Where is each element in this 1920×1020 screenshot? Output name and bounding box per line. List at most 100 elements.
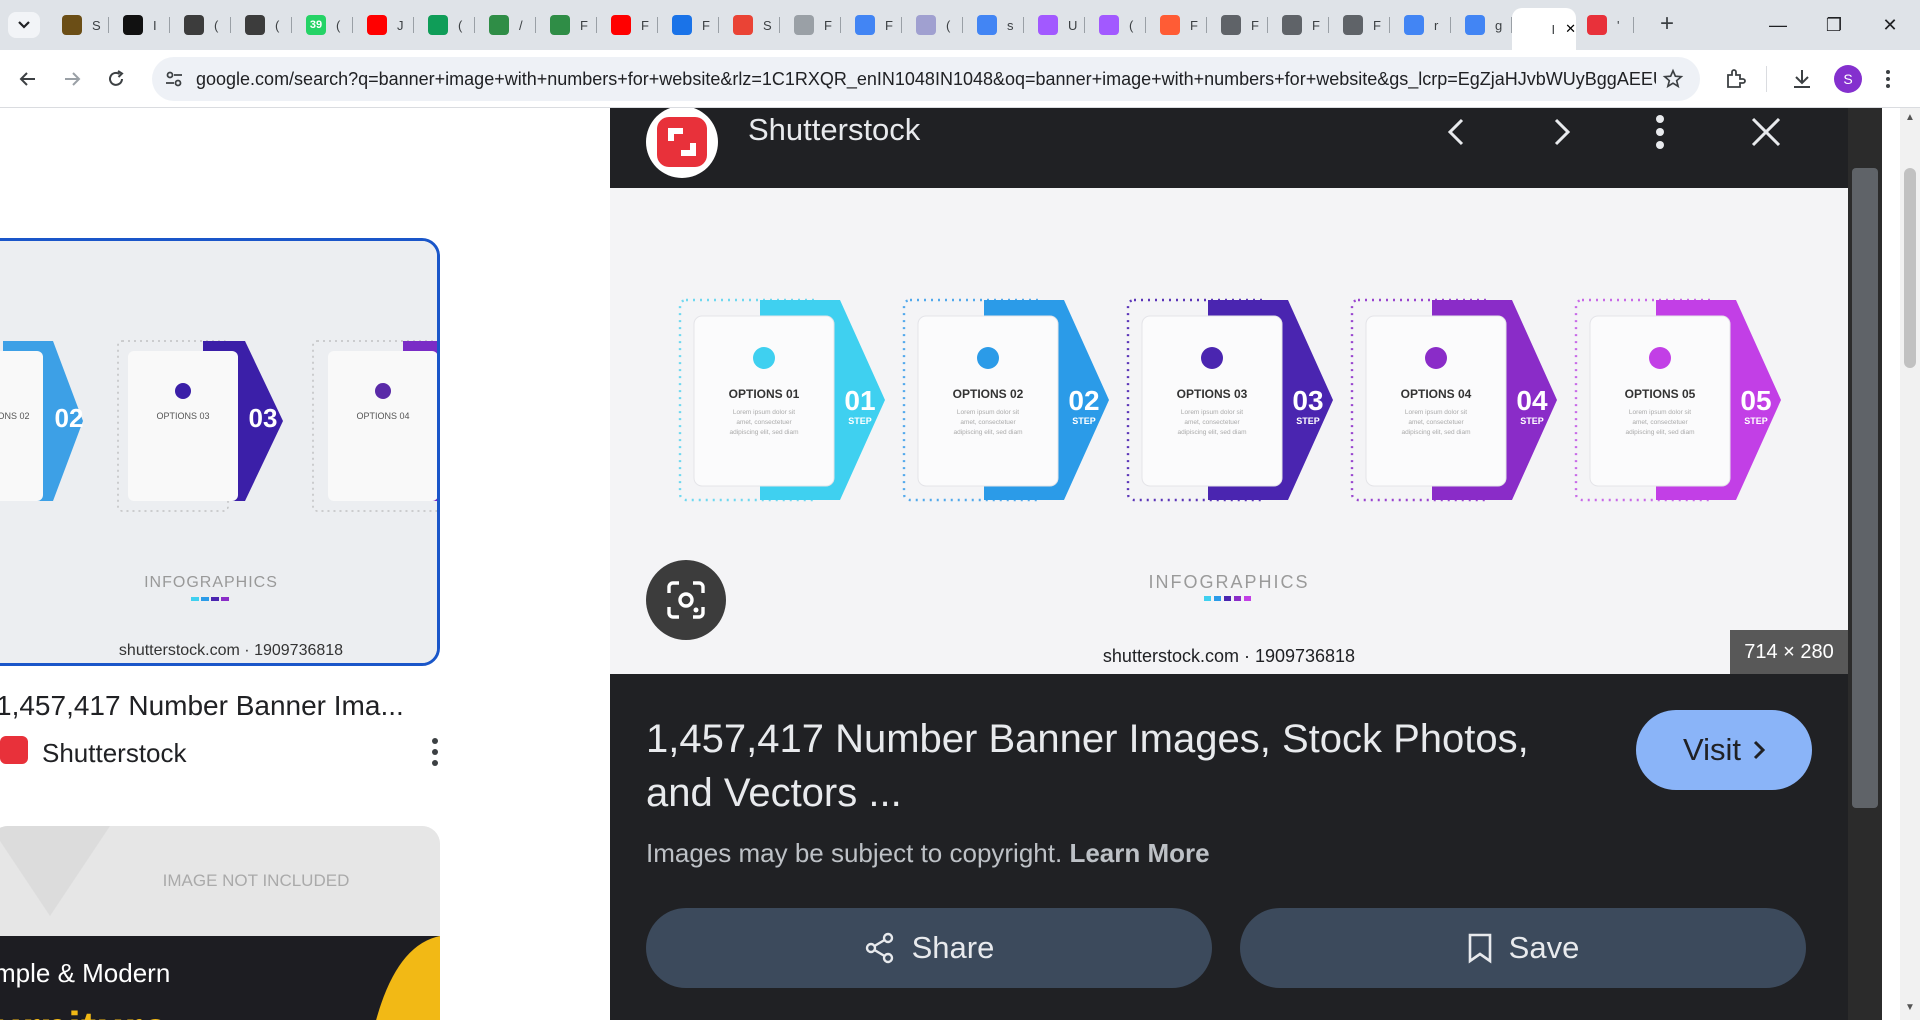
chrome-icon [1343,15,1363,35]
step-lorem-text: Lorem ipsum dolor sit [1405,409,1467,416]
preview-scroll-thumb[interactable] [1852,168,1878,808]
kebab-menu-icon[interactable] [1884,67,1892,91]
close-window-button[interactable]: ✕ [1870,10,1910,40]
preview-title[interactable]: 1,457,417 Number Banner Images, Stock Ph… [646,712,1566,820]
url-text[interactable]: google.com/search?q=banner+image+with+nu… [196,69,1656,90]
browser-tab[interactable]: F [1207,8,1268,42]
browser-tab[interactable]: U [1024,8,1085,42]
openai-icon [245,15,265,35]
share-button[interactable]: Share [646,908,1212,988]
preview-source-name[interactable]: Shutterstock [748,112,920,148]
browser-tab[interactable]: ( [170,8,231,42]
restore-button[interactable]: ❐ [1814,10,1854,40]
step-icon [977,347,999,369]
browser-tab[interactable]: r [1390,8,1451,42]
browser-tab[interactable]: S [719,8,780,42]
browser-tab[interactable]: F [780,8,841,42]
step-lorem-text: Lorem ipsum dolor sit [1181,409,1243,416]
download-icon[interactable] [1790,67,1814,91]
new-tab-button[interactable]: + [1652,12,1682,38]
step-number: 01 [844,385,875,416]
more-vert-icon [1656,115,1664,149]
preview-more-button[interactable] [1638,110,1682,154]
gmail-icon [733,15,753,35]
forward-button[interactable] [56,63,88,95]
visit-button[interactable]: Visit [1636,710,1812,790]
scroll-up-icon[interactable]: ▲ [1905,112,1915,123]
tab-title: F [824,17,832,33]
star-icon[interactable] [1662,68,1684,90]
whatsapp-icon: 39 [306,15,326,35]
result-thumbnail[interactable]: 02 03 OPTIONS 03 OPTIONS 02 OPTIONS 04 I… [0,238,440,666]
tab-title: U [1068,17,1078,33]
tab-title: ( [1129,17,1134,33]
address-bar[interactable]: google.com/search?q=banner+image+with+nu… [152,57,1700,101]
caption-dot [1234,596,1241,601]
caption-dot [1244,596,1251,601]
image-preview-panel: Shutterstock OPTIONS 01 Lorem ipsum dolor… [610,108,1848,1020]
browser-tab[interactable]: J [353,8,414,42]
browser-tab[interactable]: g [1451,8,1512,42]
browser-tab[interactable]: 39 ( [292,8,353,42]
browser-tab[interactable]: F [1329,8,1390,42]
tab-title: r [1434,17,1439,33]
thumb2-line1: mple & Modern [0,958,170,988]
tab-title: ( [214,17,219,33]
figma-icon [1038,15,1058,35]
image-results: 02 03 OPTIONS 03 OPTIONS 02 OPTIONS 04 I… [0,108,610,1020]
preview-header: Shutterstock [610,108,1848,188]
save-button[interactable]: Save [1240,908,1806,988]
next-image-button[interactable] [1540,110,1584,154]
browser-tab[interactable]: F [1146,8,1207,42]
browser-tab[interactable]: s [963,8,1024,42]
browser-tab[interactable]: F [1268,8,1329,42]
learn-more-link[interactable]: Learn More [1069,838,1209,868]
site-info-icon[interactable] [164,69,184,89]
tab-title: S [763,17,772,33]
close-preview-button[interactable] [1744,110,1788,154]
browser-tab[interactable]: ' [1573,8,1634,42]
profile-avatar[interactable]: S [1834,65,1862,93]
browser-tab[interactable]: S [48,8,109,42]
shutterstock-logo-icon[interactable] [646,108,718,178]
browser-tab[interactable]: I ✕ [1512,8,1576,50]
result-thumbnail-2[interactable]: IMAGE NOT INCLUDED mple & Modern urnitur… [0,826,440,1020]
step-icon [1649,347,1671,369]
extensions-icon[interactable] [1724,67,1748,91]
shutterstock-icon [1587,15,1607,35]
page-scroll-thumb[interactable] [1904,168,1916,368]
step-icon [753,347,775,369]
scroll-down-icon[interactable]: ▼ [1905,1002,1915,1013]
preview-image[interactable]: OPTIONS 01 Lorem ipsum dolor sit amet, con… [610,188,1848,674]
browser-tab[interactable]: F [841,8,902,42]
tab-title: I [153,17,157,33]
browser-tab[interactable]: I [109,8,170,42]
browser-tab[interactable]: / [475,8,536,42]
browser-tab[interactable]: ( [414,8,475,42]
browser-tab[interactable]: F [536,8,597,42]
result-title[interactable]: 1,457,417 Number Banner Ima... [0,690,404,722]
tab-search-button[interactable] [8,12,40,38]
chrome-icon [1282,15,1302,35]
browser-tab[interactable]: ( [231,8,292,42]
preview-scrollbar[interactable] [1848,108,1882,1020]
browser-tab[interactable]: ( [902,8,963,42]
minimize-button[interactable]: — [1758,10,1798,40]
youtube-icon [611,15,631,35]
google-lens-button[interactable] [646,560,726,640]
thumb-credit: shutterstock.com · 1909736818 [119,642,343,659]
result-source[interactable]: Shutterstock [42,738,187,769]
more-vert-icon[interactable] [428,736,442,768]
browser-tab[interactable]: ( [1085,8,1146,42]
reload-button[interactable] [100,63,132,95]
back-button[interactable] [12,63,44,95]
browser-tab[interactable]: F [658,8,719,42]
share-icon [865,932,893,964]
arrow-left-icon [19,72,35,86]
page-scrollbar[interactable]: ▲ ▼ [1900,108,1920,1020]
thumb-step-02: 02 [55,403,84,433]
step-card [917,315,1059,487]
step-lorem-text: adipiscing elit, sed diam [729,429,798,436]
browser-tab[interactable]: F [597,8,658,42]
previous-image-button[interactable] [1434,110,1478,154]
